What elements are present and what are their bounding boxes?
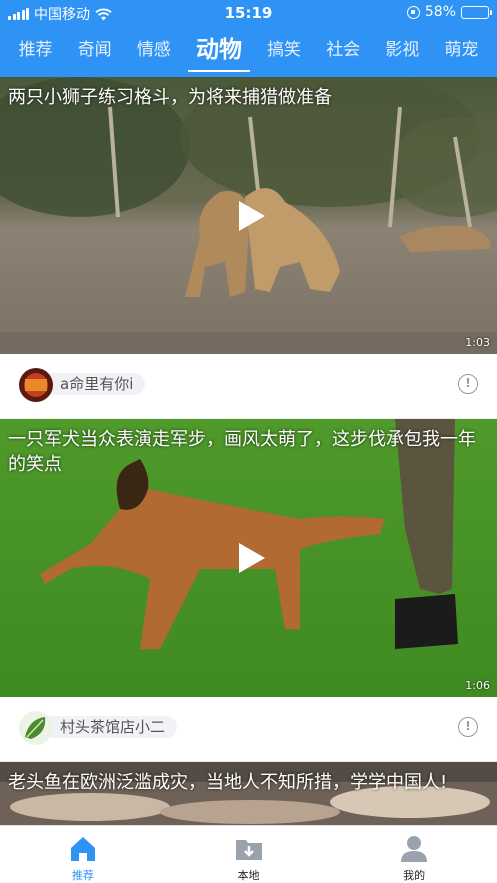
video-player[interactable]: 一只军犬当众表演走军步，画风太萌了，这步伐承包我一年的笑点 1:06 xyxy=(0,419,497,697)
nav-recommend[interactable]: 推荐 xyxy=(0,826,166,883)
home-icon xyxy=(70,837,95,861)
tab-animals[interactable]: 动物 xyxy=(187,30,250,74)
rotation-lock-icon xyxy=(406,5,420,19)
person-icon xyxy=(401,836,428,862)
tab-oddities[interactable]: 奇闻 xyxy=(74,30,116,74)
video-feed[interactable]: 两只小狮子练习格斗，为将来捕猎做准备 1:03 a命里有你i ! 一只军犬当众表… xyxy=(0,77,497,825)
avatar[interactable] xyxy=(19,711,53,745)
video-title: 两只小狮子练习格斗，为将来捕猎做准备 xyxy=(8,87,332,108)
video-duration: 1:06 xyxy=(465,679,490,692)
nav-label: 我的 xyxy=(403,869,426,882)
nav-label: 本地 xyxy=(237,869,260,882)
nav-local[interactable]: 本地 xyxy=(166,826,332,883)
report-icon[interactable]: ! xyxy=(458,717,478,737)
battery-percent: 58% xyxy=(424,4,456,20)
play-icon[interactable] xyxy=(237,199,267,233)
video-title: 一只军犬当众表演走军步，画风太萌了，这步伐承包我一年的笑点 xyxy=(8,429,476,475)
video-player[interactable]: 老头鱼在欧洲泛滥成灾，当地人不知所措，学学中国人! xyxy=(0,762,497,825)
tab-film[interactable]: 影视 xyxy=(381,30,423,74)
video-title: 老头鱼在欧洲泛滥成灾，当地人不知所措，学学中国人! xyxy=(8,772,448,793)
folder-download-icon xyxy=(235,840,262,860)
tab-funny[interactable]: 搞笑 xyxy=(263,30,305,74)
video-meta: 村头茶馆店小二 ! xyxy=(0,697,497,761)
nav-mine[interactable]: 我的 xyxy=(331,826,497,883)
video-duration: 1:03 xyxy=(465,336,490,349)
status-right: 58% xyxy=(406,4,492,20)
avatar[interactable] xyxy=(19,368,53,402)
video-meta: a命里有你i ! xyxy=(0,354,497,418)
bottom-navigation: 推荐 本地 我的 xyxy=(0,825,497,883)
category-tabs: 推荐 奇闻 情感 动物 搞笑 社会 影视 萌宠 xyxy=(0,30,497,74)
tab-society[interactable]: 社会 xyxy=(322,30,364,74)
status-bar: 中国移动 15:19 58% xyxy=(0,0,497,26)
battery-icon xyxy=(461,5,492,19)
tab-pets[interactable]: 萌宠 xyxy=(440,30,482,74)
tab-recommend[interactable]: 推荐 xyxy=(15,30,57,74)
play-icon[interactable] xyxy=(237,541,267,575)
nav-label: 推荐 xyxy=(71,869,94,882)
author-name[interactable]: 村头茶馆店小二 xyxy=(42,716,178,738)
report-icon[interactable]: ! xyxy=(458,374,478,394)
video-player[interactable]: 两只小狮子练习格斗，为将来捕猎做准备 1:03 xyxy=(0,77,497,354)
tab-emotion[interactable]: 情感 xyxy=(133,30,175,74)
top-header: 中国移动 15:19 58% 推荐 奇闻 情感 动物 搞笑 社会 影视 萌宠 xyxy=(0,0,497,77)
author-name[interactable]: a命里有你i xyxy=(42,373,146,395)
